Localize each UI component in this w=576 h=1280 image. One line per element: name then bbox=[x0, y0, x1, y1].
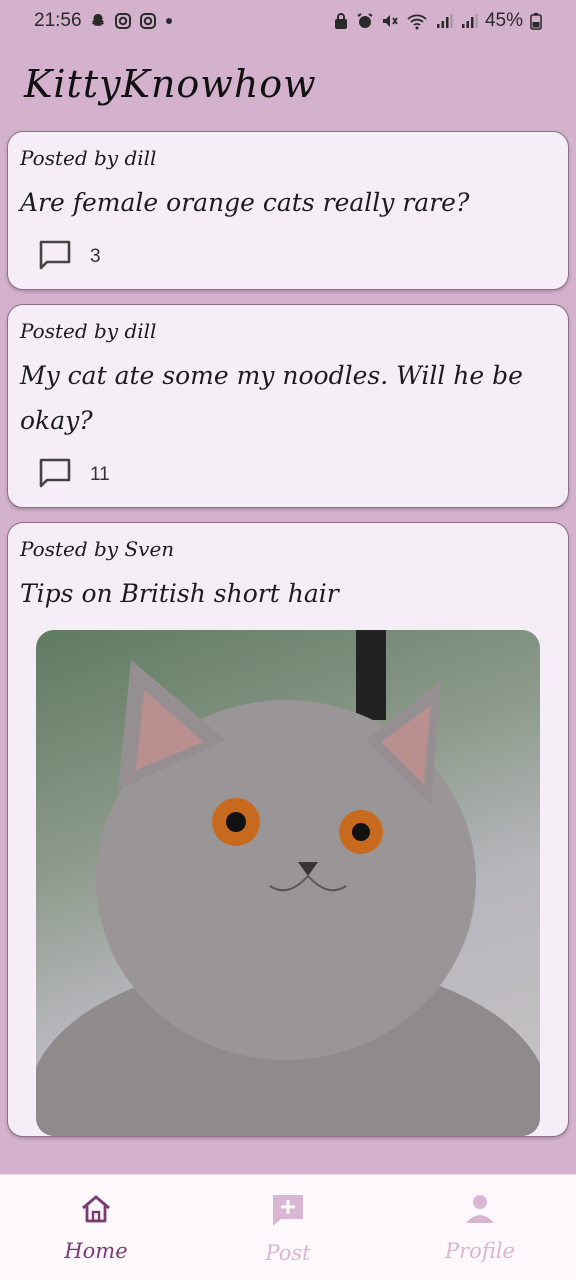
status-bar: 21:56 45% bbox=[0, 0, 576, 42]
instagram-icon bbox=[139, 12, 157, 30]
post-card[interactable]: Posted by dill My cat ate some my noodle… bbox=[7, 304, 569, 508]
post-title: My cat ate some my noodles. Will he be o… bbox=[20, 361, 523, 435]
nav-label: Home bbox=[64, 1239, 128, 1263]
comment-count: 11 bbox=[90, 464, 110, 485]
post-author: Posted by dill bbox=[20, 146, 157, 170]
nav-post[interactable]: Post bbox=[213, 1193, 363, 1265]
wifi-icon bbox=[406, 12, 428, 30]
nav-label: Post bbox=[265, 1241, 311, 1265]
nav-home[interactable]: Home bbox=[21, 1193, 171, 1263]
status-right: 45% bbox=[333, 10, 542, 32]
post-meta: 11 bbox=[20, 457, 556, 493]
post-title: Are female orange cats really rare? bbox=[20, 188, 470, 217]
home-icon bbox=[79, 1193, 113, 1229]
post-card[interactable]: Posted by Sven Tips on British short hai… bbox=[7, 522, 569, 1137]
nav-profile[interactable]: Profile bbox=[405, 1193, 555, 1263]
app-title: KittyKnowhow bbox=[24, 62, 317, 106]
nav-label: Profile bbox=[445, 1239, 515, 1263]
battery-percent: 45% bbox=[484, 10, 523, 31]
comment-count: 3 bbox=[90, 246, 101, 267]
mute-icon bbox=[381, 12, 399, 30]
post-card[interactable]: Posted by dill Are female orange cats re… bbox=[7, 131, 569, 290]
comment-icon[interactable] bbox=[38, 239, 72, 275]
signal-icon bbox=[435, 12, 453, 30]
signal-icon bbox=[460, 12, 478, 30]
lock-icon bbox=[333, 12, 349, 30]
battery-icon bbox=[530, 12, 542, 30]
post-author: Posted by Sven bbox=[20, 537, 175, 561]
cat-photo-icon bbox=[36, 630, 540, 1136]
bottom-nav: Home Post Profile bbox=[0, 1174, 576, 1280]
dot-icon bbox=[164, 16, 174, 26]
profile-icon bbox=[463, 1193, 497, 1229]
add-post-icon bbox=[271, 1193, 305, 1231]
status-left: 21:56 bbox=[34, 10, 174, 32]
post-title: Tips on British short hair bbox=[20, 579, 339, 608]
post-image[interactable] bbox=[36, 630, 540, 1136]
alarm-icon bbox=[356, 12, 374, 30]
snapchat-icon bbox=[89, 12, 107, 30]
comment-icon[interactable] bbox=[38, 457, 72, 493]
post-author: Posted by dill bbox=[20, 319, 157, 343]
post-meta: 3 bbox=[20, 239, 556, 275]
post-feed[interactable]: Posted by dill Are female orange cats re… bbox=[0, 126, 576, 1174]
instagram-icon bbox=[114, 12, 132, 30]
app-bar: KittyKnowhow bbox=[0, 42, 576, 126]
clock: 21:56 bbox=[34, 10, 82, 31]
